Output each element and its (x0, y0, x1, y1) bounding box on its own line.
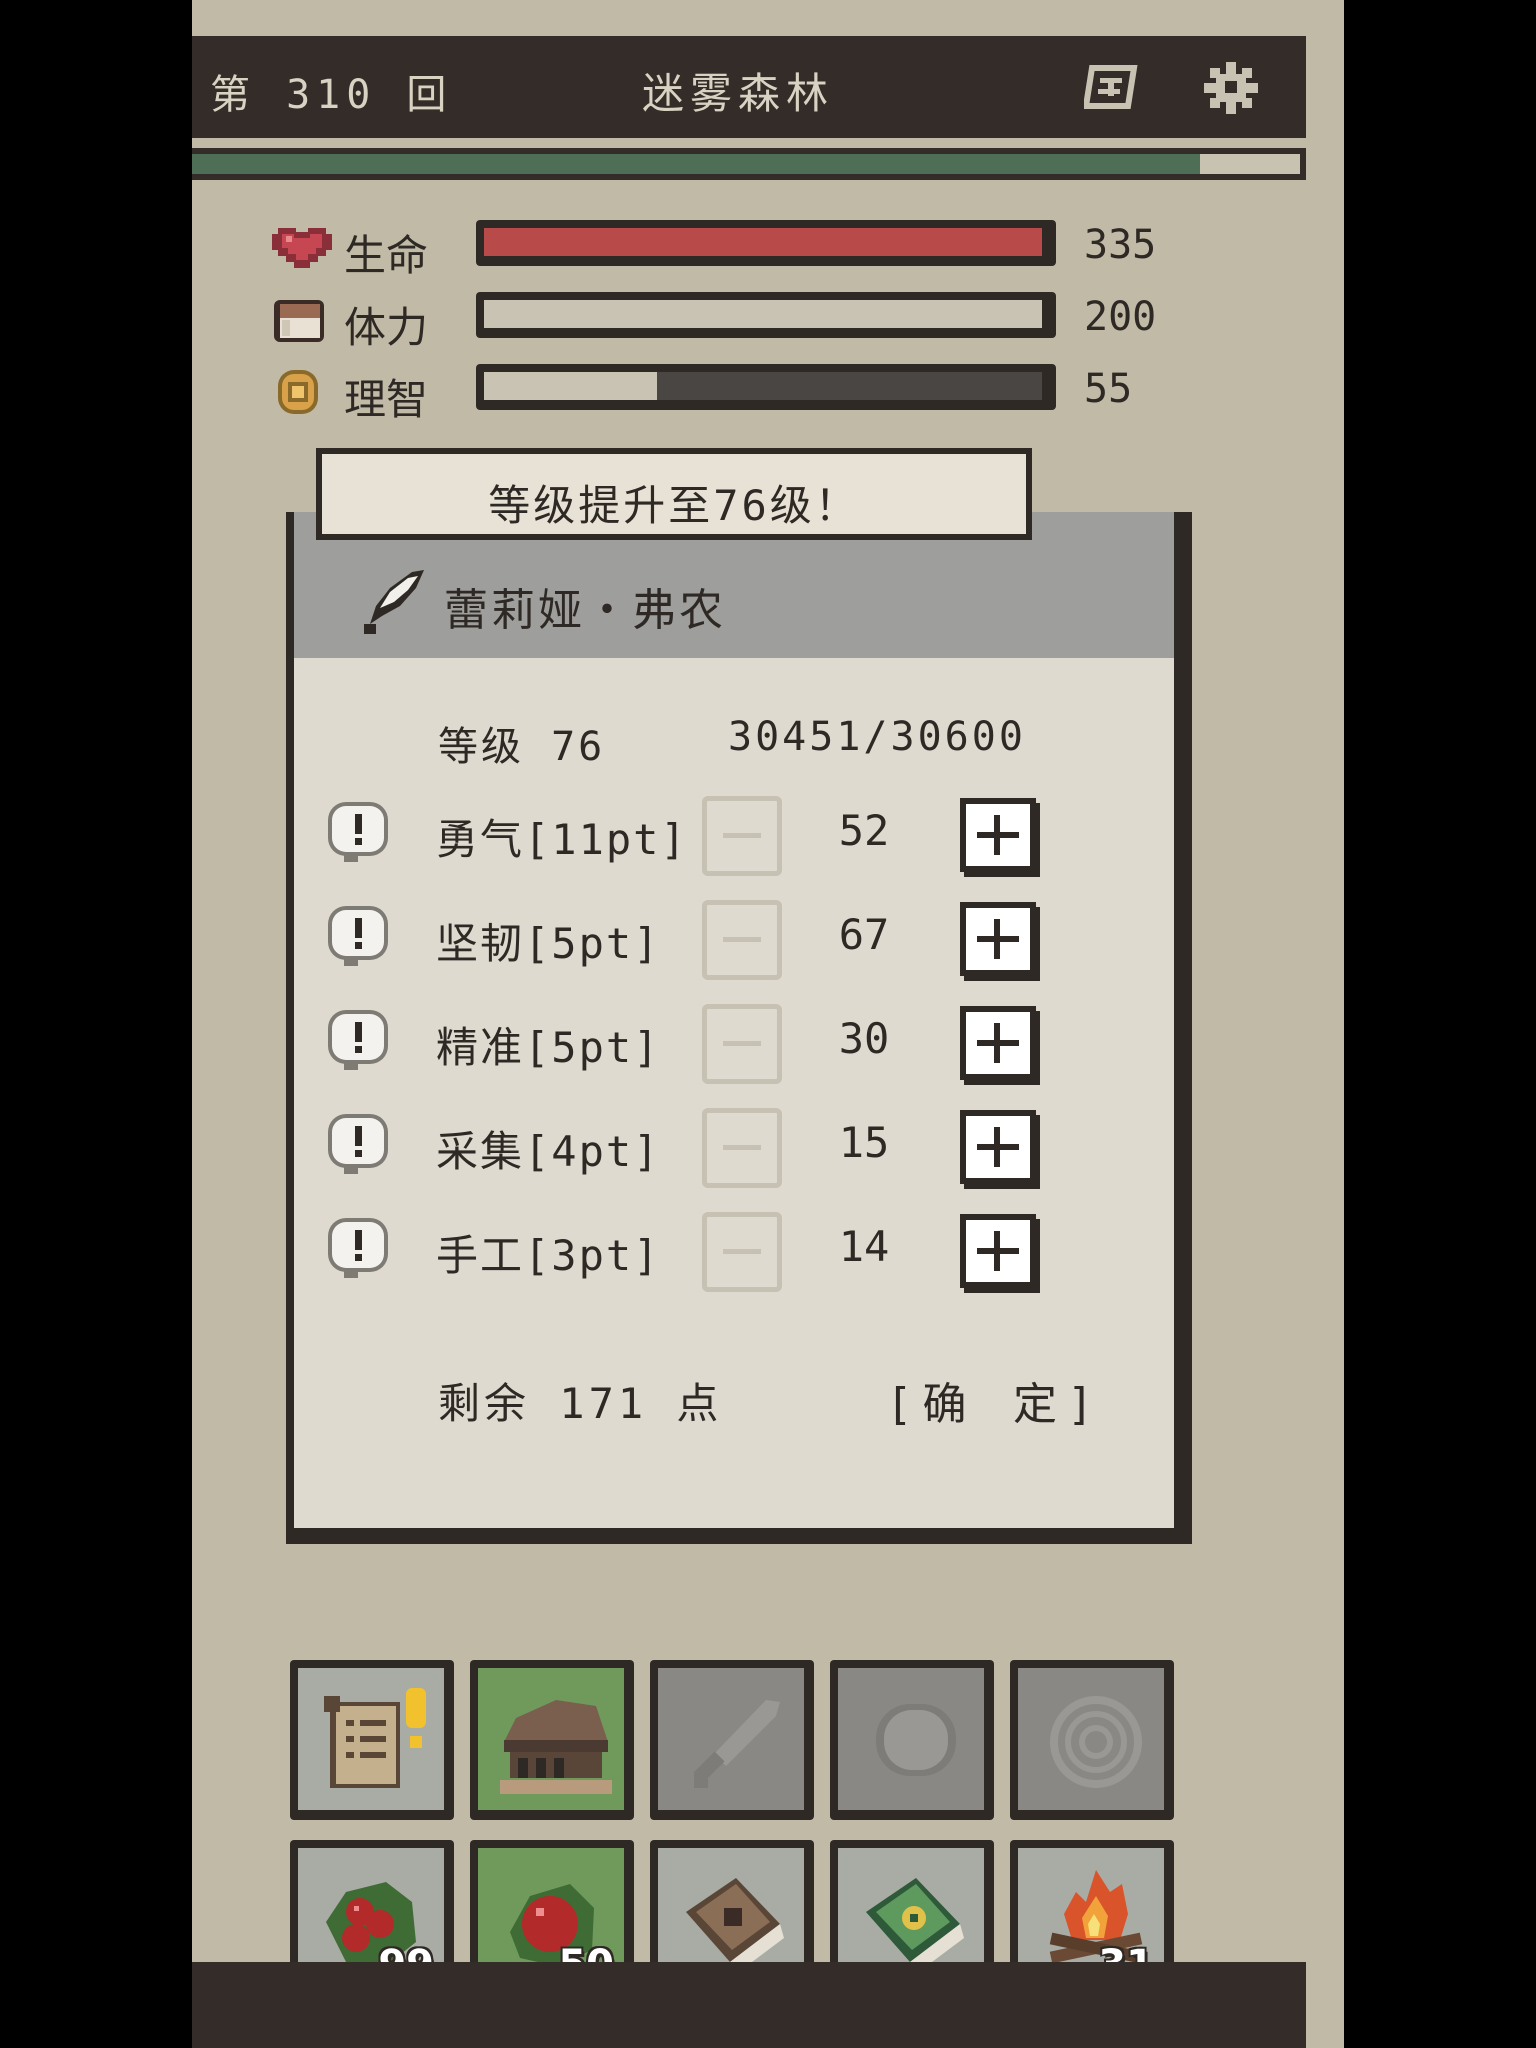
info-bubble-icon[interactable] (324, 1006, 394, 1076)
info-bubble-icon[interactable] (324, 902, 394, 972)
level-up-message: 等级提升至76级！ (488, 481, 860, 530)
remaining-points: 剩余 171 点 (438, 1379, 723, 1428)
exp-counter: 30451/30600 (728, 714, 1026, 760)
location-name: 迷雾森林 (642, 69, 835, 118)
amulet-icon (1050, 1696, 1142, 1788)
increase-button[interactable] (960, 1214, 1036, 1288)
stat-label: 理智 (344, 375, 429, 424)
info-bubble-icon[interactable] (324, 1214, 394, 1284)
increase-button[interactable] (960, 1110, 1036, 1184)
attribute-value: 30 (838, 1014, 890, 1063)
stat-row-hp: 生命 335 (272, 220, 1172, 280)
attribute-label: 精准[5pt] (436, 1023, 661, 1072)
attribute-label: 勇气[11pt] (436, 815, 688, 864)
stat-label: 生命 (344, 231, 429, 280)
gear-icon[interactable] (1204, 62, 1258, 114)
quill-icon (364, 570, 424, 634)
quest-slot[interactable] (290, 1660, 454, 1820)
increase-button[interactable] (960, 902, 1036, 976)
home-slot[interactable] (470, 1660, 634, 1820)
top-bar: 第 310 回 迷雾森林 (192, 36, 1306, 138)
armor-slot[interactable] (830, 1660, 994, 1820)
hp-bar (476, 220, 1056, 266)
scroll-quest-icon (324, 1688, 426, 1788)
info-bubble-icon[interactable] (324, 798, 394, 868)
level-label: 等级 76 (438, 724, 606, 770)
accessory-slot[interactable] (1010, 1660, 1174, 1820)
stat-value: 55 (1084, 366, 1133, 412)
increase-button[interactable] (960, 1006, 1036, 1080)
attribute-label: 坚韧[5pt] (436, 919, 661, 968)
stat-row-sanity: 理智 55 (272, 364, 1172, 424)
sanity-bar (476, 364, 1056, 410)
weapon-slot[interactable] (650, 1660, 814, 1820)
sword-icon (693, 1700, 780, 1788)
footer-bar (192, 1962, 1306, 2048)
stat-row-stamina: 体力 200 (272, 292, 1172, 352)
increase-button[interactable] (960, 798, 1036, 872)
turn-progress-bar (192, 148, 1306, 180)
game-screen: 第 310 回 迷雾森林 生命 335 体力 200 理智 55 蕾莉娅・弗农 … (192, 0, 1344, 2048)
level-up-banner: 等级提升至76级！ (316, 448, 1032, 540)
attribute-value: 52 (838, 806, 890, 855)
stat-label: 体力 (344, 303, 429, 352)
attribute-label: 采集[4pt] (436, 1127, 661, 1176)
attribute-value: 15 (838, 1118, 890, 1167)
attribute-label: 手工[3pt] (436, 1231, 661, 1280)
shield-icon (876, 1704, 956, 1776)
attribute-row: 采集[4pt] 15 (324, 1104, 1164, 1194)
attribute-row: 精准[5pt] 30 (324, 1000, 1164, 1090)
stat-value: 335 (1084, 222, 1157, 268)
map-icon[interactable] (1082, 62, 1138, 112)
info-bubble-icon[interactable] (324, 1110, 394, 1180)
coin-icon (272, 368, 328, 416)
attribute-row: 勇气[11pt] 52 (324, 792, 1164, 882)
attribute-value: 14 (838, 1222, 890, 1271)
heart-icon (272, 224, 332, 272)
stamina-bar (476, 292, 1056, 338)
attribute-value: 67 (838, 910, 890, 959)
turn-progress-fill (192, 154, 1201, 174)
attribute-row: 坚韧[5pt] 67 (324, 896, 1164, 986)
level-up-dialog: 蕾莉娅・弗农 等级 76 30451/30600 勇气[11pt] 52 坚韧[5p… (286, 512, 1192, 1544)
round-counter: 第 310 回 (210, 72, 453, 118)
confirm-button[interactable]: [确 定] (886, 1368, 1103, 1432)
stat-value: 200 (1084, 294, 1157, 340)
character-name: 蕾莉娅・弗农 (444, 585, 726, 636)
house-icon (500, 1700, 612, 1794)
attribute-row: 手工[3pt] 14 (324, 1208, 1164, 1298)
bread-icon (272, 296, 328, 344)
